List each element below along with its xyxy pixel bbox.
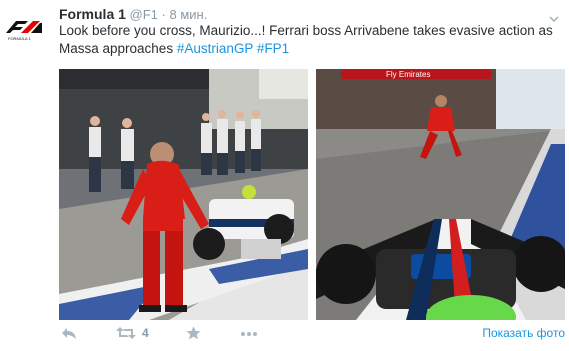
retweet-count: 4 bbox=[142, 326, 149, 340]
separator-dot: · bbox=[161, 7, 166, 22]
svg-text:FORMULA 1: FORMULA 1 bbox=[8, 36, 31, 41]
banner-text: Fly Emirates bbox=[386, 70, 430, 79]
more-icon bbox=[241, 332, 257, 336]
tweet-header: Formula 1 @F1 · 8 мин. bbox=[59, 6, 207, 22]
retweet-button[interactable]: 4 bbox=[116, 326, 149, 340]
onboard-photo[interactable]: Fly Emirates bbox=[316, 69, 565, 320]
retweet-icon bbox=[116, 327, 136, 339]
tweet-text-main: Look before you cross, Maurizio...! Ferr… bbox=[59, 23, 553, 56]
more-options-caret[interactable] bbox=[549, 10, 559, 23]
hashtag-austriangp[interactable]: #AustrianGP bbox=[177, 41, 253, 56]
more-button[interactable] bbox=[241, 332, 257, 336]
author-handle[interactable]: @F1 bbox=[130, 7, 158, 22]
show-photo-link[interactable]: Показать фото bbox=[482, 326, 565, 340]
star-icon bbox=[186, 326, 201, 340]
timestamp[interactable]: 8 мин. bbox=[170, 7, 208, 22]
author-name[interactable]: Formula 1 bbox=[59, 6, 126, 22]
reply-icon bbox=[62, 328, 76, 339]
tweet-text: Look before you cross, Maurizio...! Ferr… bbox=[59, 22, 564, 58]
avatar[interactable]: FORMULA 1 bbox=[4, 15, 44, 41]
pitlane-photo[interactable] bbox=[59, 69, 308, 320]
favorite-button[interactable] bbox=[186, 326, 201, 340]
reply-button[interactable] bbox=[61, 326, 77, 340]
hashtag-fp1[interactable]: #FP1 bbox=[257, 41, 289, 56]
f1-logo-icon: FORMULA 1 bbox=[6, 21, 42, 41]
